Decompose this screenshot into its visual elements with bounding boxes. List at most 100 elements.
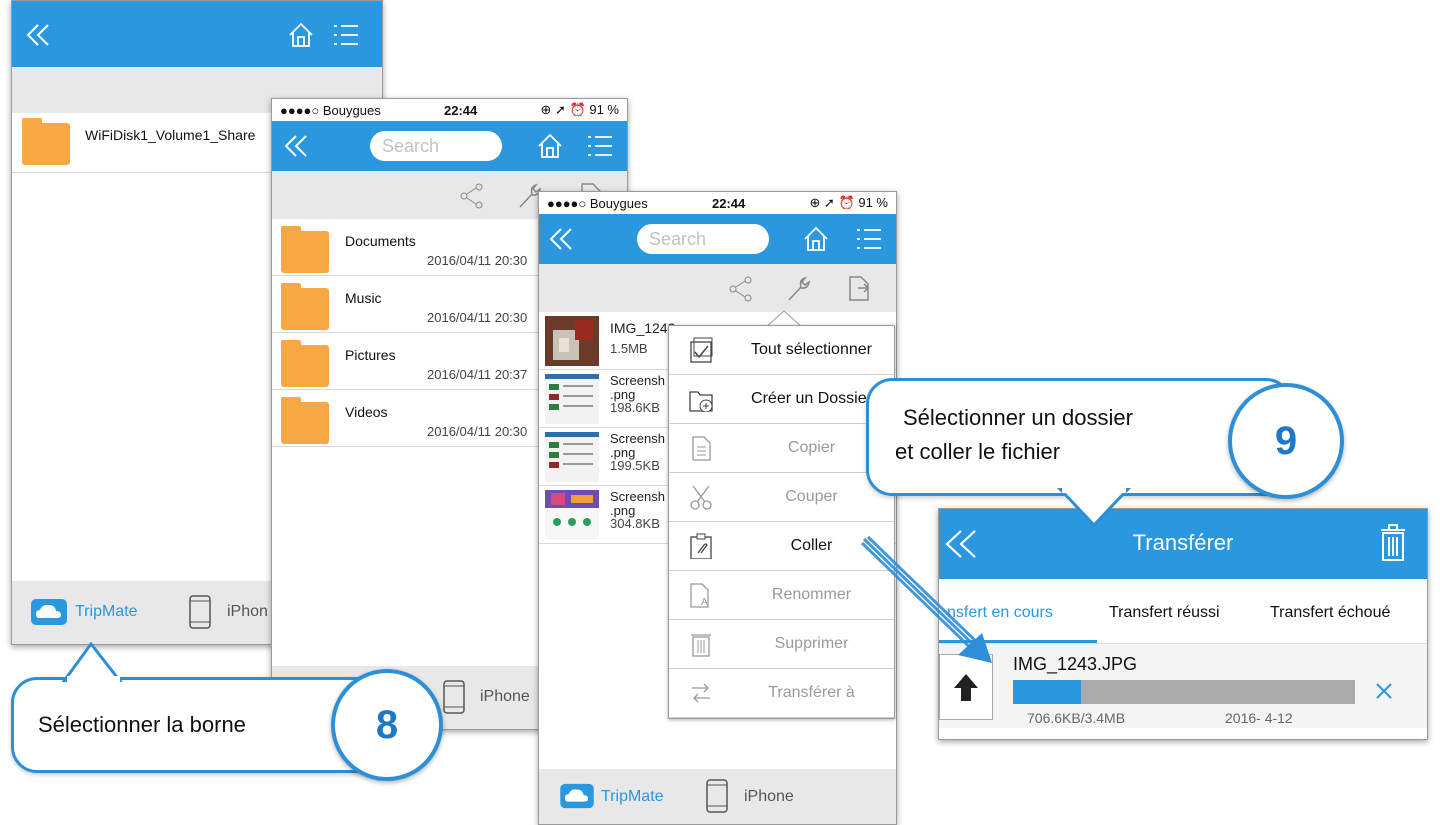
- rename-icon: A: [690, 583, 709, 608]
- callout-text: Sélectionner la borne: [38, 712, 246, 737]
- folder-date: 2016/04/11 20:30: [427, 253, 528, 268]
- time-text: 22:44: [444, 102, 478, 118]
- folder-icon: [22, 118, 70, 165]
- action-toolbar: [539, 264, 896, 312]
- folder-icon: [281, 226, 329, 273]
- arrow-icon: [860, 535, 992, 663]
- new-folder-icon: [689, 391, 713, 412]
- cloud-icon[interactable]: [559, 783, 595, 809]
- file-thumbnail: [545, 490, 599, 540]
- file-thumbnail: [545, 432, 599, 482]
- callout-pointer-9: [1056, 488, 1132, 528]
- share-icon[interactable]: [729, 276, 753, 302]
- file-thumbnail: [545, 374, 599, 424]
- svg-text:A: A: [701, 597, 708, 608]
- tab-iphone[interactable]: iPhone: [744, 788, 794, 806]
- callout-text-line1: Sélectionner un dossier: [903, 405, 1133, 430]
- volume-name: WiFiDisk1_Volume1_Share: [85, 127, 256, 143]
- progress-track: [1013, 680, 1355, 704]
- tab-iphone[interactable]: iPhon: [227, 603, 268, 621]
- nav-bar: Search: [272, 121, 627, 171]
- copy-icon: [692, 436, 711, 461]
- back-icon[interactable]: [26, 23, 52, 47]
- menu-item[interactable]: Tout sélectionner: [669, 326, 894, 375]
- status-bar: ●●●●○ Bouygues 22:44 ⊕ ➚ ⏰ 91 %: [272, 99, 627, 121]
- scissors-icon: [690, 485, 712, 510]
- phone-icon[interactable]: [443, 680, 465, 714]
- share-icon[interactable]: [460, 183, 484, 209]
- tab-succeeded[interactable]: Transfert réussi: [1109, 604, 1220, 622]
- search-input[interactable]: Search: [370, 131, 502, 161]
- menu-item-label: Couper: [785, 488, 838, 505]
- folder-icon: [281, 397, 329, 444]
- list-menu-icon[interactable]: [332, 23, 360, 47]
- carrier-text: ●●●●○ Bouygues: [280, 102, 381, 118]
- transfer-icon: [692, 683, 710, 703]
- close-icon[interactable]: [1375, 682, 1393, 700]
- file-size: 198.6KB: [610, 400, 660, 415]
- menu-item[interactable]: Couper: [669, 473, 894, 522]
- list-menu-icon[interactable]: [855, 227, 883, 251]
- file-name: IMG_1243.JPG: [1013, 654, 1138, 674]
- phone-icon[interactable]: [189, 595, 211, 629]
- step-number-9: 9: [1228, 383, 1344, 499]
- phone-icon[interactable]: [706, 779, 728, 813]
- wrench-icon[interactable]: [786, 275, 812, 303]
- status-right: ⊕ ➚ ⏰ 91 %: [540, 102, 619, 117]
- tab-tripmate[interactable]: TripMate: [75, 603, 138, 621]
- page-title: Transférer: [1132, 530, 1234, 555]
- menu-item-label: Tout sélectionner: [751, 341, 872, 358]
- back-icon[interactable]: [549, 227, 575, 251]
- step-number-8: 8: [331, 669, 443, 781]
- file-size: 304.8KB: [610, 516, 660, 531]
- nav-bar: [12, 1, 382, 67]
- home-icon[interactable]: [287, 21, 315, 49]
- nav-bar: Transférer: [939, 509, 1427, 579]
- status-bar: ●●●●○ Bouygues 22:44 ⊕ ➚ ⏰ 91 %: [539, 192, 896, 214]
- transfer-item: IMG_1243.JPG 706.6KB/3.4MB 2016- 4-12: [939, 643, 1427, 728]
- file-name: IMG_1243: [610, 320, 676, 336]
- folder-icon: [281, 283, 329, 330]
- callout-cover-9: [1062, 485, 1126, 493]
- file-name: Screensh: [610, 431, 665, 446]
- trash-icon[interactable]: [1379, 524, 1407, 562]
- menu-item[interactable]: Copier: [669, 424, 894, 473]
- nav-bar: Search: [539, 214, 896, 264]
- home-icon[interactable]: [536, 132, 564, 160]
- menu-item[interactable]: Transférer à: [669, 669, 894, 718]
- folder-date: 2016/04/11 20:30: [427, 310, 528, 325]
- carrier-text: ●●●●○ Bouygues: [547, 195, 648, 211]
- search-input[interactable]: Search: [637, 224, 769, 254]
- status-right: ⊕ ➚ ⏰ 91 %: [809, 195, 888, 210]
- menu-item-label: Transférer à: [768, 684, 855, 701]
- file-name: Screensh: [610, 489, 665, 504]
- transfer-date: 2016- 4-12: [1225, 710, 1293, 726]
- home-icon[interactable]: [802, 225, 830, 253]
- folder-date: 2016/04/11 20:30: [427, 424, 528, 439]
- trash-icon: [691, 634, 711, 657]
- folder-name: Music: [345, 290, 382, 306]
- tab-failed[interactable]: Transfert échoué: [1270, 604, 1390, 622]
- menu-item[interactable]: Créer un Dossier: [669, 375, 894, 424]
- checkbox-icon: [690, 337, 713, 363]
- progress-fill: [1013, 680, 1082, 704]
- progress-text: 706.6KB/3.4MB: [1027, 710, 1126, 726]
- paste-icon: [690, 533, 712, 559]
- folder-date: 2016/04/11 20:37: [427, 367, 528, 382]
- file-size: 199.5KB: [610, 458, 660, 473]
- tab-bar: TripMate iPhone: [539, 769, 896, 824]
- file-name: Screensh: [610, 373, 665, 388]
- upload-arrow-icon: [954, 674, 978, 701]
- folder-name: Videos: [345, 404, 388, 420]
- screen-transfer: Transférer nsfert en cours Transfert réu…: [938, 508, 1428, 740]
- cloud-icon[interactable]: [30, 598, 68, 626]
- tab-tripmate[interactable]: TripMate: [601, 788, 664, 806]
- folder-name: Pictures: [345, 347, 396, 363]
- list-menu-icon[interactable]: [586, 134, 614, 158]
- callout-cover-8: [67, 676, 120, 682]
- file-size: 1.5MB: [610, 341, 648, 356]
- back-icon[interactable]: [284, 134, 310, 158]
- export-icon[interactable]: [846, 274, 872, 302]
- tab-iphone[interactable]: iPhone: [480, 688, 530, 706]
- folder-name: Documents: [345, 233, 416, 249]
